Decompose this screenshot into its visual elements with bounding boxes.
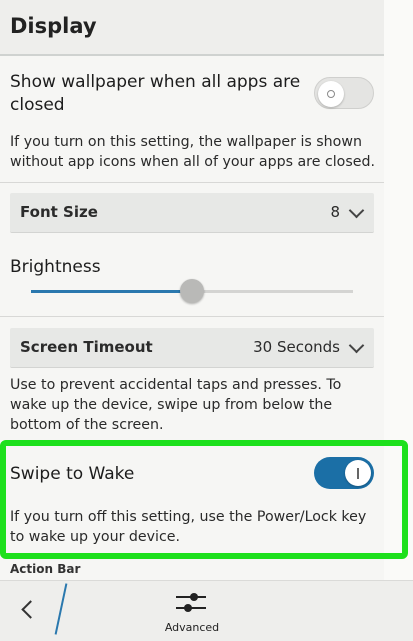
swipe-to-wake-description-line1: If you turn off this setting, use the Po… (10, 509, 367, 525)
divider (0, 182, 384, 183)
toggle-knob (318, 81, 344, 107)
action-bar-separator (54, 583, 68, 635)
advanced-button[interactable]: Advanced (160, 585, 224, 637)
screen-timeout-description-line1: Use to prevent accidental taps and press… (10, 377, 342, 393)
wallpaper-setting-title-line2: closed (10, 95, 65, 115)
screen-timeout-description-line3: bottom of the screen. (10, 417, 164, 433)
page-title: Display (10, 14, 97, 38)
font-size-label: Font Size (20, 203, 98, 221)
brightness-slider[interactable] (31, 279, 353, 303)
sliders-icon (176, 591, 206, 615)
wallpaper-toggle[interactable] (314, 77, 374, 109)
advanced-label: Advanced (164, 621, 220, 634)
screen-timeout-value: 30 Seconds (253, 338, 340, 356)
screen-timeout-label: Screen Timeout (20, 338, 153, 356)
chevron-down-icon (348, 337, 365, 354)
screen-timeout-description-line2: wake up the device, swipe up from below … (10, 397, 333, 413)
bottom-action-bar: Advanced (0, 580, 413, 641)
swipe-to-wake-toggle[interactable] (314, 457, 374, 489)
chevron-down-icon (348, 202, 365, 219)
brightness-slider-thumb[interactable] (180, 279, 204, 303)
action-bar-section-label: Action Bar (10, 562, 81, 576)
font-size-value: 8 (330, 203, 340, 221)
font-size-dropdown[interactable]: Font Size 8 (10, 193, 374, 233)
right-edge-panel (384, 0, 413, 580)
swipe-to-wake-description-line2: to wake up your device. (10, 529, 181, 545)
wallpaper-setting-title-line1: Show wallpaper when all apps are (10, 72, 301, 92)
brightness-label: Brightness (10, 257, 101, 277)
back-button[interactable] (14, 595, 50, 625)
divider (0, 316, 384, 317)
chevron-left-icon (21, 600, 40, 619)
wallpaper-description-line1: If you turn on this setting, the wallpap… (10, 134, 362, 150)
screen-timeout-dropdown[interactable]: Screen Timeout 30 Seconds (10, 328, 374, 368)
brightness-slider-fill (31, 290, 192, 293)
page-header: Display (0, 0, 384, 56)
swipe-to-wake-title: Swipe to Wake (10, 464, 135, 484)
toggle-on-bar-icon (357, 467, 359, 479)
wallpaper-description-line2: without app icons when all of your apps … (10, 154, 376, 170)
toggle-knob (345, 460, 371, 486)
toggle-off-ring-icon (327, 90, 335, 98)
